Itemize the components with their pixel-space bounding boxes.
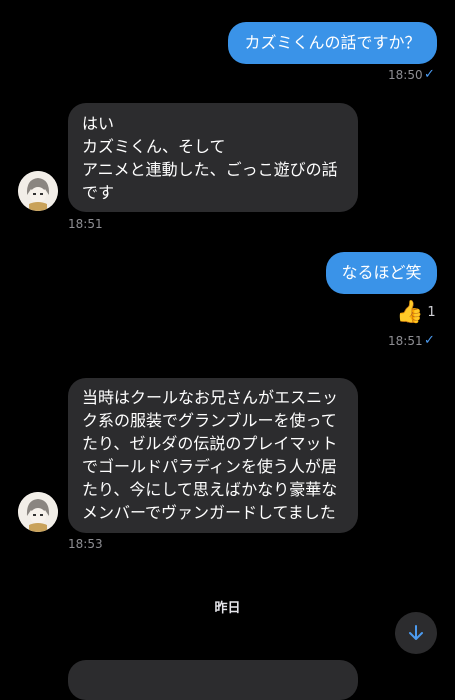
reaction-thumbs-up[interactable]: 👍 1 [396, 300, 436, 325]
incoming-message-bubble-partial[interactable] [68, 660, 358, 700]
message-timestamp: 18:51 [68, 217, 103, 231]
scroll-to-bottom-button[interactable] [395, 612, 437, 654]
arrow-down-icon [409, 625, 423, 640]
avatar[interactable] [18, 171, 58, 211]
incoming-message-bubble[interactable]: 当時はクールなお兄さんがエスニッ ク系の服装でグランブルーを使って たり、ゼルダ… [68, 378, 358, 533]
message-timestamp: 18:53 [68, 537, 103, 551]
message-timestamp: 18:50 [388, 68, 423, 82]
check-icon: ✓ [424, 67, 435, 82]
message-timestamp: 18:51 [388, 334, 423, 348]
outgoing-message-bubble[interactable]: なるほど笑 [326, 252, 437, 294]
avatar[interactable] [18, 492, 58, 532]
thumbs-up-icon: 👍 [396, 300, 424, 325]
outgoing-message-bubble[interactable]: カズミくんの話ですか？ [228, 22, 437, 64]
incoming-message-bubble[interactable]: はい カズミくん、そして アニメと連動した、ごっこ遊びの話 です [68, 103, 358, 212]
check-icon: ✓ [424, 333, 435, 348]
date-separator: 昨日 [214, 601, 241, 616]
reaction-count: 1 [427, 305, 436, 320]
